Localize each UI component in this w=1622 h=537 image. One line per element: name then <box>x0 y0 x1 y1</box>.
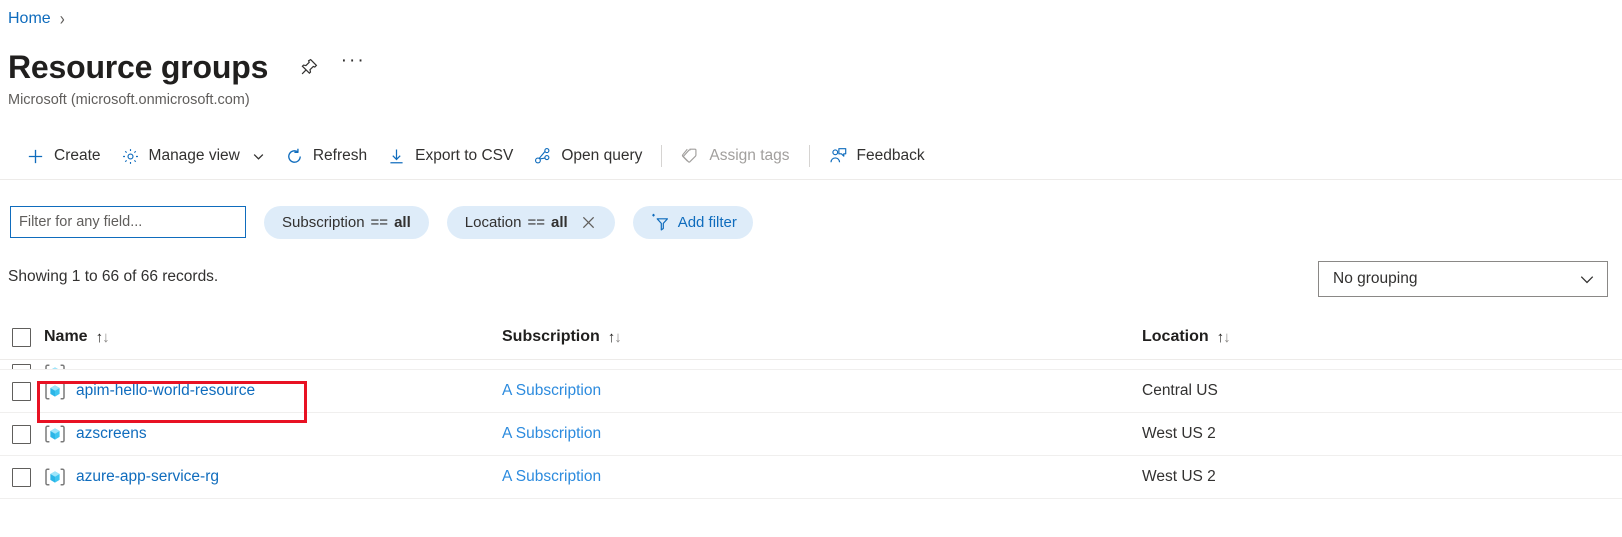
feedback-icon <box>829 147 848 166</box>
resource-group-icon <box>44 424 66 444</box>
resource-group-icon <box>44 381 66 401</box>
column-header-subscription-label: Subscription <box>502 328 600 345</box>
filter-pill-location-value: all <box>551 213 568 231</box>
table-row[interactable]: azscreens A Subscription West US 2 <box>0 413 1622 456</box>
column-header-location-label: Location <box>1142 328 1209 345</box>
filter-pill-location[interactable]: Location == all <box>446 205 615 239</box>
page-subtitle: Microsoft (microsoft.onmicrosoft.com) <box>8 92 250 108</box>
add-filter-label: Add filter <box>677 213 737 231</box>
page-title: Resource groups <box>8 49 269 85</box>
row-checkbox-cell <box>0 381 42 401</box>
search-input[interactable] <box>10 206 246 238</box>
breadcrumb-separator-icon: › <box>59 8 65 30</box>
filter-pill-location-operator: == <box>527 213 546 231</box>
grouping-value: No grouping <box>1333 270 1418 287</box>
row-location-cell: West US 2 <box>1142 425 1622 443</box>
open-query-button[interactable]: Open query <box>523 138 652 174</box>
filter-bar: Subscription == all Location == all Add … <box>0 200 1622 244</box>
sort-arrows-icon: ↑ ↓ <box>1216 328 1231 346</box>
row-checkbox-cell <box>0 467 42 487</box>
command-separator-2 <box>808 145 810 167</box>
select-all-checkbox[interactable] <box>11 327 31 347</box>
resource-group-icon <box>44 363 66 369</box>
row-location-text: Central US <box>1142 382 1218 399</box>
export-to-csv-label: Export to CSV <box>415 147 514 164</box>
download-icon <box>387 147 406 166</box>
create-label: Create <box>54 147 101 164</box>
row-checkbox[interactable] <box>11 381 31 401</box>
filter-pill-subscription-operator: == <box>370 213 389 231</box>
select-all-checkbox-cell <box>0 327 42 347</box>
tag-icon <box>681 147 700 166</box>
chevron-down-icon <box>1579 271 1595 287</box>
resource-groups-table: Name ↑ ↓ Subscription ↑ ↓ Location ↑ ↓ a… <box>0 315 1622 537</box>
manage-view-button[interactable]: Manage view <box>111 138 275 174</box>
row-location-text: West US 2 <box>1142 468 1216 485</box>
table-row[interactable]: apim-hello-world-resource A Subscription… <box>0 370 1622 413</box>
row-subscription-cell: A Subscription <box>502 382 1142 400</box>
refresh-button[interactable]: Refresh <box>275 138 377 174</box>
refresh-label: Refresh <box>312 147 368 164</box>
row-name-cell: azure-app-service-rg <box>42 467 502 487</box>
row-location-cell: Central US <box>1142 382 1622 400</box>
grouping-dropdown[interactable]: No grouping <box>1318 261 1608 297</box>
row-subscription-link[interactable]: A Subscription <box>502 382 601 399</box>
open-query-icon <box>533 147 552 166</box>
add-filter-button[interactable]: Add filter <box>632 205 753 239</box>
close-icon[interactable] <box>580 214 597 231</box>
open-query-label: Open query <box>561 147 643 164</box>
row-name-cell: apim-hello-world-resource <box>42 381 502 401</box>
breadcrumb: Home › <box>8 8 65 30</box>
records-count-text: Showing 1 to 66 of 66 records. <box>8 268 219 285</box>
row-name-cell: azscreens <box>42 424 502 444</box>
chevron-down-icon <box>252 150 265 163</box>
column-header-name-label: Name <box>44 328 88 345</box>
feedback-label: Feedback <box>856 147 925 164</box>
row-name-link[interactable]: azscreens <box>76 425 147 443</box>
assign-tags-label: Assign tags <box>709 147 790 164</box>
filter-pill-subscription-value: all <box>394 213 411 231</box>
column-header-location[interactable]: Location ↑ ↓ <box>1142 328 1622 346</box>
row-subscription-link[interactable]: A Subscription <box>502 468 601 485</box>
row-subscription-cell: A Subscription <box>502 425 1142 443</box>
page-title-row: Resource groups ··· <box>8 46 368 88</box>
sort-arrows-icon: ↑ ↓ <box>95 328 110 346</box>
column-header-name[interactable]: Name ↑ ↓ <box>42 328 502 346</box>
azure-portal-resource-groups-page: Home › Resource groups ··· Microsoft (mi… <box>0 0 1622 537</box>
row-name-link[interactable]: azure-app-service-rg <box>76 468 219 486</box>
row-subscription-link[interactable]: A Subscription <box>502 425 601 442</box>
ellipsis-icon[interactable]: ··· <box>338 46 368 88</box>
sort-arrows-icon: ↑ ↓ <box>607 328 622 346</box>
row-name-link[interactable]: apim-hello-world-resource <box>76 382 255 400</box>
create-button[interactable]: Create <box>16 138 111 174</box>
table-header-row: Name ↑ ↓ Subscription ↑ ↓ Location ↑ ↓ <box>0 315 1622 360</box>
breadcrumb-home-link[interactable]: Home <box>8 10 51 28</box>
gear-icon <box>121 147 140 166</box>
pin-icon[interactable] <box>294 52 324 82</box>
row-checkbox[interactable] <box>11 467 31 487</box>
table-row[interactable]: azure-app-service-rg A Subscription West… <box>0 456 1622 499</box>
feedback-button[interactable]: Feedback <box>819 138 935 174</box>
row-checkbox[interactable] <box>11 424 31 444</box>
manage-view-label: Manage view <box>148 147 240 164</box>
row-subscription-cell: A Subscription <box>502 468 1142 486</box>
row-name-cell <box>42 363 502 369</box>
command-separator <box>661 145 663 167</box>
column-header-subscription[interactable]: Subscription ↑ ↓ <box>502 328 1142 346</box>
assign-tags-button[interactable]: Assign tags <box>671 138 799 174</box>
row-location-cell: West US 2 <box>1142 468 1622 486</box>
filter-pill-subscription-field: Subscription <box>282 213 365 231</box>
command-bar: Create Manage view Refresh Export to CSV… <box>0 133 1622 180</box>
add-filter-icon <box>649 213 669 232</box>
plus-icon <box>26 147 45 166</box>
row-location-text: West US 2 <box>1142 425 1216 442</box>
refresh-icon <box>285 147 304 166</box>
filter-pill-subscription[interactable]: Subscription == all <box>264 205 429 239</box>
resource-group-icon <box>44 467 66 487</box>
row-checkbox-cell <box>0 424 42 444</box>
filter-pill-location-field: Location <box>464 213 522 231</box>
export-to-csv-button[interactable]: Export to CSV <box>377 138 523 174</box>
table-row[interactable] <box>0 360 1622 370</box>
